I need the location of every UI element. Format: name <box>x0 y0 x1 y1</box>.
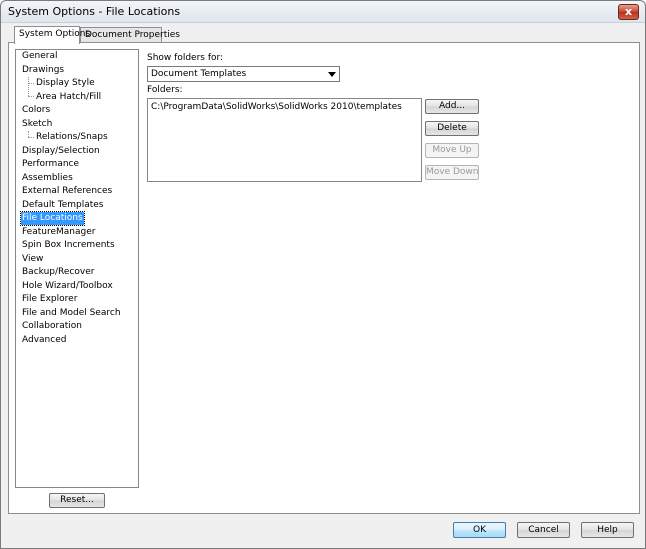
delete-button[interactable]: Delete <box>425 121 479 136</box>
tab-panel: General Drawings Display Style Area Hatc… <box>8 42 640 514</box>
tree-item-file-and-model-search[interactable]: File and Model Search <box>21 307 122 320</box>
options-tree[interactable]: General Drawings Display Style Area Hatc… <box>15 49 139 488</box>
title-bar[interactable]: System Options - File Locations x <box>1 1 645 23</box>
show-folders-dropdown[interactable]: Document Templates <box>147 66 340 82</box>
system-options-dialog: System Options - File Locations x System… <box>0 0 646 549</box>
tree-item-relations-snaps[interactable]: Relations/Snaps <box>35 131 109 144</box>
list-item[interactable]: C:\ProgramData\SolidWorks\SolidWorks 201… <box>151 101 402 113</box>
tree-item-display-style[interactable]: Display Style <box>35 77 96 90</box>
help-button[interactable]: Help <box>581 522 634 538</box>
cancel-button[interactable]: Cancel <box>517 522 570 538</box>
tree-item-performance[interactable]: Performance <box>21 158 80 171</box>
tree-item-sketch[interactable]: Sketch <box>21 118 53 131</box>
tab-system-options[interactable]: System Options <box>14 26 90 44</box>
tree-item-display-selection[interactable]: Display/Selection <box>21 145 101 158</box>
tree-item-default-templates[interactable]: Default Templates <box>21 199 105 212</box>
tree-item-general[interactable]: General <box>21 50 58 63</box>
close-button[interactable]: x <box>618 4 639 20</box>
folders-label: Folders: <box>147 85 183 95</box>
move-down-button[interactable]: Move Down <box>425 165 479 180</box>
tree-item-file-locations[interactable]: File Locations <box>20 211 85 226</box>
tree-item-collaboration[interactable]: Collaboration <box>21 320 83 333</box>
show-folders-label: Show folders for: <box>147 53 224 63</box>
tree-item-area-hatch-fill[interactable]: Area Hatch/Fill <box>35 91 102 104</box>
tree-connector <box>28 83 34 84</box>
show-folders-value: Document Templates <box>151 69 247 79</box>
tree-item-file-explorer[interactable]: File Explorer <box>21 293 78 306</box>
tree-item-drawings[interactable]: Drawings <box>21 64 65 77</box>
add-button[interactable]: Add... <box>425 99 479 114</box>
tree-item-advanced[interactable]: Advanced <box>21 334 67 347</box>
reset-button[interactable]: Reset... <box>49 493 105 508</box>
tree-connector <box>28 137 34 138</box>
tree-item-featuremanager[interactable]: FeatureManager <box>21 226 96 239</box>
tree-item-external-references[interactable]: External References <box>21 185 113 198</box>
chevron-down-icon <box>328 72 336 77</box>
move-up-button[interactable]: Move Up <box>425 143 479 158</box>
tree-item-hole-wizard-toolbox[interactable]: Hole Wizard/Toolbox <box>21 280 114 293</box>
tree-item-view[interactable]: View <box>21 253 44 266</box>
tree-item-assemblies[interactable]: Assemblies <box>21 172 74 185</box>
folders-list[interactable]: C:\ProgramData\SolidWorks\SolidWorks 201… <box>147 98 422 182</box>
window-title: System Options - File Locations <box>8 5 181 18</box>
tree-item-backup-recover[interactable]: Backup/Recover <box>21 266 95 279</box>
close-icon: x <box>624 5 633 18</box>
tree-connector <box>28 77 29 96</box>
tree-connector <box>28 96 34 97</box>
tree-item-colors[interactable]: Colors <box>21 104 51 117</box>
tab-document-properties[interactable]: Document Properties <box>80 27 180 43</box>
ok-button[interactable]: OK <box>453 522 506 538</box>
tree-item-spin-box-increments[interactable]: Spin Box Increments <box>21 239 116 252</box>
